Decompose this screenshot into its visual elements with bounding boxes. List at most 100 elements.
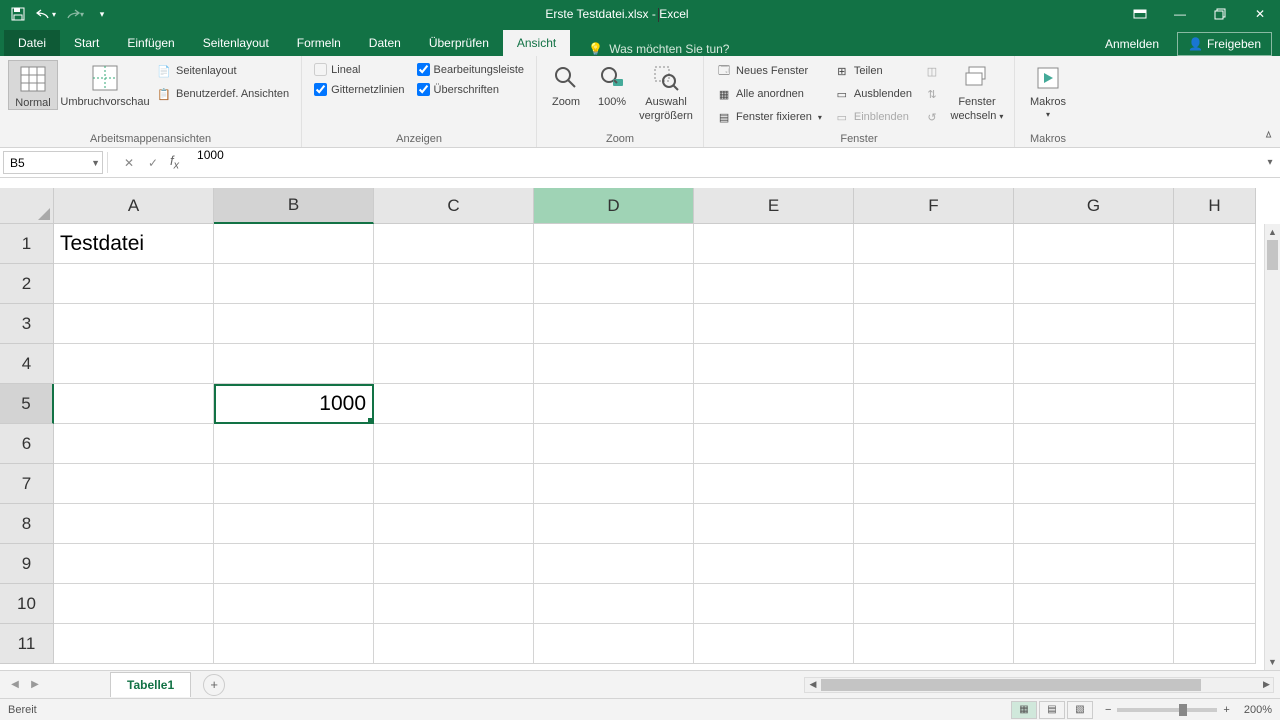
save-button[interactable] [6, 2, 30, 26]
row-header-3[interactable]: 3 [0, 304, 54, 344]
row-header-10[interactable]: 10 [0, 584, 54, 624]
column-header-F[interactable]: F [854, 188, 1014, 224]
vertical-scrollbar[interactable]: ▲ ▼ [1264, 224, 1280, 670]
horizontal-scrollbar[interactable]: ◀ ▶ [804, 677, 1274, 693]
cell-D10[interactable] [534, 584, 694, 624]
gridlines-checkbox[interactable]: Gitternetzlinien [310, 80, 408, 99]
row-header-9[interactable]: 9 [0, 544, 54, 584]
row-header-11[interactable]: 11 [0, 624, 54, 664]
cell-E2[interactable] [694, 264, 854, 304]
unhide-button[interactable]: ▭Einblenden [830, 106, 916, 128]
cell-F11[interactable] [854, 624, 1014, 664]
cell-E9[interactable] [694, 544, 854, 584]
cell-D8[interactable] [534, 504, 694, 544]
pagelayout-view-shortcut[interactable]: ▤ [1039, 701, 1065, 719]
cell-G10[interactable] [1014, 584, 1174, 624]
hide-button[interactable]: ▭Ausblenden [830, 83, 916, 105]
cell-A1[interactable]: Testdatei [54, 224, 214, 264]
cell-C8[interactable] [374, 504, 534, 544]
zoom-selection-button[interactable]: Auswahl vergrößern [637, 60, 695, 122]
ruler-checkbox[interactable]: Lineal [310, 60, 408, 79]
cell-G7[interactable] [1014, 464, 1174, 504]
zoom-out-button[interactable]: − [1105, 704, 1111, 716]
cell-F9[interactable] [854, 544, 1014, 584]
restore-button[interactable] [1200, 0, 1240, 28]
cell-H6[interactable] [1174, 424, 1256, 464]
row-header-7[interactable]: 7 [0, 464, 54, 504]
tab-review[interactable]: Überprüfen [415, 30, 503, 56]
tab-insert[interactable]: Einfügen [113, 30, 188, 56]
name-box[interactable]: B5 ▼ [3, 151, 103, 174]
cell-A2[interactable] [54, 264, 214, 304]
cell-A3[interactable] [54, 304, 214, 344]
cell-D2[interactable] [534, 264, 694, 304]
cell-E7[interactable] [694, 464, 854, 504]
cell-C1[interactable] [374, 224, 534, 264]
cell-G2[interactable] [1014, 264, 1174, 304]
cell-H3[interactable] [1174, 304, 1256, 344]
cell-B5[interactable]: 1000 [214, 384, 374, 424]
vscroll-thumb[interactable] [1267, 240, 1278, 270]
side-by-side-button[interactable]: ◫ [920, 60, 944, 82]
pagebreak-view-shortcut[interactable]: ▧ [1067, 701, 1093, 719]
add-sheet-button[interactable]: + [203, 674, 225, 696]
freeze-panes-button[interactable]: ▤Fenster fixieren▾ [712, 106, 826, 128]
normal-view-button[interactable]: Normal [8, 60, 58, 110]
column-header-D[interactable]: D [534, 188, 694, 224]
pagebreak-view-button[interactable]: Umbruchvorschau [62, 60, 148, 108]
cell-F7[interactable] [854, 464, 1014, 504]
qat-customize-button[interactable]: ▾ [90, 2, 114, 26]
cell-A8[interactable] [54, 504, 214, 544]
cell-B7[interactable] [214, 464, 374, 504]
close-button[interactable]: ✕ [1240, 0, 1280, 28]
cell-G5[interactable] [1014, 384, 1174, 424]
cell-D3[interactable] [534, 304, 694, 344]
cell-F5[interactable] [854, 384, 1014, 424]
cell-B3[interactable] [214, 304, 374, 344]
cell-F2[interactable] [854, 264, 1014, 304]
cell-C5[interactable] [374, 384, 534, 424]
cell-G3[interactable] [1014, 304, 1174, 344]
cell-H4[interactable] [1174, 344, 1256, 384]
cell-A10[interactable] [54, 584, 214, 624]
normal-view-shortcut[interactable]: ▦ [1011, 701, 1037, 719]
headings-checkbox[interactable]: Überschriften [413, 80, 529, 99]
zoom-level[interactable]: 200% [1244, 704, 1272, 716]
cell-A6[interactable] [54, 424, 214, 464]
cell-D1[interactable] [534, 224, 694, 264]
row-header-2[interactable]: 2 [0, 264, 54, 304]
cell-D5[interactable] [534, 384, 694, 424]
cell-H8[interactable] [1174, 504, 1256, 544]
zoom-slider-thumb[interactable] [1179, 704, 1187, 716]
column-header-G[interactable]: G [1014, 188, 1174, 224]
hscroll-thumb[interactable] [821, 679, 1201, 691]
cell-D11[interactable] [534, 624, 694, 664]
cell-C2[interactable] [374, 264, 534, 304]
sheet-prev-button[interactable]: ◀ [6, 676, 24, 694]
enter-formula-button[interactable]: ✓ [142, 152, 164, 174]
cell-D4[interactable] [534, 344, 694, 384]
column-header-B[interactable]: B [214, 188, 374, 224]
cancel-formula-button[interactable]: ✕ [118, 152, 140, 174]
cell-B9[interactable] [214, 544, 374, 584]
column-header-E[interactable]: E [694, 188, 854, 224]
tab-view[interactable]: Ansicht [503, 30, 570, 56]
zoom-button[interactable]: Zoom [545, 60, 587, 108]
tab-formulas[interactable]: Formeln [283, 30, 355, 56]
fx-icon[interactable]: fx [166, 153, 183, 172]
cell-B11[interactable] [214, 624, 374, 664]
cell-F4[interactable] [854, 344, 1014, 384]
cell-C3[interactable] [374, 304, 534, 344]
arrange-all-button[interactable]: ▦Alle anordnen [712, 83, 826, 105]
scroll-right-button[interactable]: ▶ [1253, 675, 1273, 694]
cell-B8[interactable] [214, 504, 374, 544]
cell-G4[interactable] [1014, 344, 1174, 384]
tab-file[interactable]: Datei [4, 30, 60, 56]
column-header-H[interactable]: H [1174, 188, 1256, 224]
zoom-100-button[interactable]: 100% [591, 60, 633, 108]
cell-G11[interactable] [1014, 624, 1174, 664]
cell-G1[interactable] [1014, 224, 1174, 264]
cell-D7[interactable] [534, 464, 694, 504]
cell-H2[interactable] [1174, 264, 1256, 304]
split-button[interactable]: ⊞Teilen [830, 60, 916, 82]
